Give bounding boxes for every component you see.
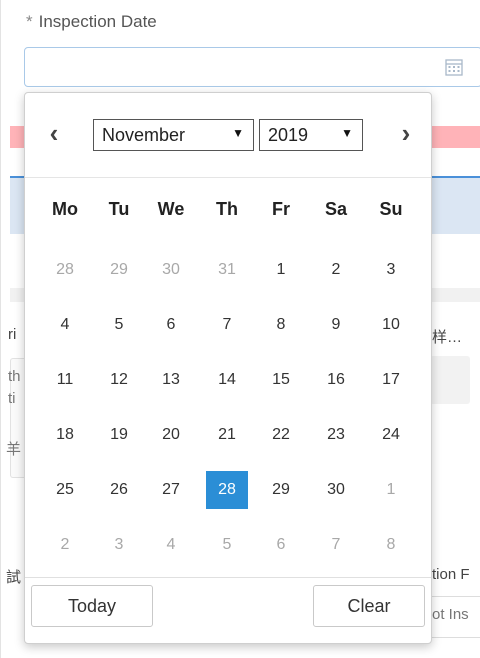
inspection-date-label-text: Inspection Date (38, 12, 157, 31)
day-cell[interactable]: 20 (150, 416, 192, 454)
day-cell[interactable]: 28 (44, 251, 86, 289)
weekday-label: Su (379, 199, 403, 219)
inspection-date-label: * Inspection Date (26, 12, 157, 32)
datepicker-popup: ‹ November ▼ 2019 ▼ › Mo Tu We Th Fr Sa Su 28 2… (24, 92, 432, 644)
day-cell-selected[interactable]: 28 (206, 471, 248, 509)
footer-divider (25, 577, 431, 578)
day-cell[interactable]: 31 (206, 251, 248, 289)
header-divider (25, 177, 431, 178)
weekday-label: Mo (52, 199, 78, 219)
weekday-label: Th (216, 199, 238, 219)
datepicker-header: ‹ November ▼ 2019 ▼ › (25, 93, 431, 177)
background-text-fragment: ti (8, 390, 16, 407)
day-cell[interactable]: 21 (206, 416, 248, 454)
day-cell[interactable]: 18 (44, 416, 86, 454)
day-cell[interactable]: 15 (260, 361, 302, 399)
day-cell[interactable]: 3 (98, 526, 140, 564)
day-cell[interactable]: 22 (260, 416, 302, 454)
day-cell[interactable]: 2 (315, 251, 357, 289)
day-cell[interactable]: 1 (260, 251, 302, 289)
day-cell[interactable]: 30 (150, 251, 192, 289)
background-text-fragment: ot Ins (432, 606, 469, 623)
day-cell[interactable]: 1 (370, 471, 412, 509)
day-cell[interactable]: 11 (44, 361, 86, 399)
background-text-fragment: ri (8, 326, 17, 343)
day-cell[interactable]: 4 (44, 306, 86, 344)
day-cell[interactable]: 23 (315, 416, 357, 454)
weekday-label: Tu (108, 199, 130, 219)
day-cell[interactable]: 16 (315, 361, 357, 399)
day-cell[interactable]: 29 (260, 471, 302, 509)
day-cell[interactable]: 24 (370, 416, 412, 454)
background-text-fragment: 試 (6, 569, 22, 586)
chevron-right-icon[interactable]: › (393, 119, 419, 149)
day-cell[interactable]: 12 (98, 361, 140, 399)
year-select-value: 2019 (268, 125, 309, 145)
weekday-label: Sa (324, 199, 348, 219)
dropdown-caret-icon: ▼ (341, 126, 353, 140)
weekday-label: Fr (272, 199, 290, 219)
weekday-label: We (157, 199, 185, 219)
required-mark: * (26, 12, 33, 31)
month-select-value: November (102, 125, 186, 145)
day-cell[interactable]: 19 (98, 416, 140, 454)
day-cell[interactable]: 7 (315, 526, 357, 564)
day-cell[interactable]: 14 (206, 361, 248, 399)
inspection-date-input[interactable] (24, 47, 480, 87)
background-text-fragment: th (8, 368, 21, 385)
year-select[interactable]: 2019 ▼ (259, 119, 363, 151)
day-cell[interactable]: 6 (150, 306, 192, 344)
day-cell[interactable]: 8 (260, 306, 302, 344)
day-cell[interactable]: 5 (206, 526, 248, 564)
day-cell[interactable]: 29 (98, 251, 140, 289)
month-select[interactable]: November ▼ (93, 119, 254, 151)
clear-button[interactable]: Clear (313, 585, 425, 627)
day-cell[interactable]: 6 (260, 526, 302, 564)
background-field-box-right (430, 356, 470, 404)
background-text-fragment: 样… (432, 329, 463, 346)
day-cell[interactable]: 7 (206, 306, 248, 344)
background-text-fragment: 羊 (6, 441, 22, 458)
day-cell[interactable]: 27 (150, 471, 192, 509)
chevron-left-icon[interactable]: ‹ (41, 119, 67, 149)
day-cell[interactable]: 30 (315, 471, 357, 509)
day-cell[interactable]: 5 (98, 306, 140, 344)
day-cell[interactable]: 25 (44, 471, 86, 509)
day-cell[interactable]: 8 (370, 526, 412, 564)
day-cell[interactable]: 26 (98, 471, 140, 509)
calendar-icon[interactable] (444, 57, 464, 77)
today-button[interactable]: Today (31, 585, 153, 627)
day-cell[interactable]: 17 (370, 361, 412, 399)
day-cell[interactable]: 2 (44, 526, 86, 564)
day-cell[interactable]: 9 (315, 306, 357, 344)
day-cell[interactable]: 3 (370, 251, 412, 289)
day-cell[interactable]: 10 (370, 306, 412, 344)
day-cell[interactable]: 4 (150, 526, 192, 564)
day-cell[interactable]: 13 (150, 361, 192, 399)
frame-border (0, 0, 1, 658)
dropdown-caret-icon: ▼ (232, 126, 244, 140)
background-text-fragment: tion F (432, 566, 470, 583)
